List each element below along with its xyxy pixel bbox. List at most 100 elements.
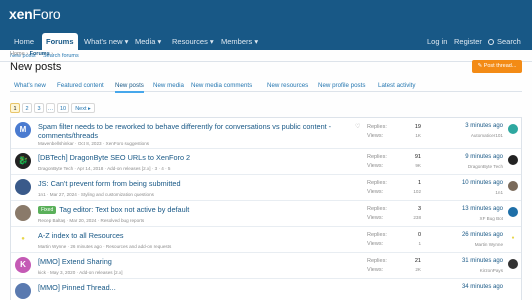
last-post-time[interactable]: 3 minutes ago [465,123,503,129]
last-poster-avatar[interactable] [508,124,518,134]
thread-title[interactable]: Fixed Tag editor: Text box not active by … [38,205,189,215]
thread-title[interactable]: Spam filter needs to be reworked to beha… [38,122,331,131]
views-label: Views: [367,133,384,139]
last-post-time[interactable]: 26 minutes ago [462,232,503,238]
fixed-prefix-badge[interactable]: Fixed [38,206,57,214]
page-title: New posts [10,61,62,73]
tab-new-resources[interactable]: New resources [267,82,308,89]
sub-nav: New posts Search forums [0,50,532,62]
breadcrumb-sep: › [26,51,29,57]
thread-row[interactable]: [MMO] Pinned Thread... 34 minutes ago [11,279,521,300]
thread-title[interactable]: [MMO] Pinned Thread... [38,283,116,292]
replies-count: 3 [417,206,421,212]
views-count: 1K [415,133,421,138]
avatar[interactable]: K [15,257,31,273]
search-icon [488,39,494,45]
avatar[interactable] [15,283,31,299]
page-ellipsis[interactable]: … [46,103,55,113]
site-header: xenForo [0,0,532,34]
thread-title-cont[interactable]: comments/threads [38,131,98,140]
tab-featured-content[interactable]: Featured content [57,82,104,89]
thread-row[interactable]: ● A-Z index to all Resources Martin Wynn… [11,227,521,253]
replies-count: 0 [417,232,421,238]
tab-new-media[interactable]: New media [153,82,184,89]
watch-icon[interactable]: ♡ [355,123,360,130]
last-poster-avatar[interactable]: ● [508,233,518,243]
nav-whats-new[interactable]: What's new ▾ [80,33,132,50]
last-post-time[interactable]: 34 minutes ago [462,284,503,290]
breadcrumb-home[interactable]: Home [10,51,25,57]
breadcrumb-sep-2: › [51,51,54,57]
tab-whats-new[interactable]: What's new [14,82,46,89]
last-poster-avatar[interactable] [508,259,518,269]
page-3[interactable]: 3 [34,103,44,113]
thread-row[interactable]: M Spam filter needs to be reworked to be… [11,118,521,149]
last-poster[interactable]: KirzonPays [480,268,503,273]
thread-row[interactable]: Fixed Tag editor: Text box not active by … [11,201,521,227]
thread-meta: 1n1 · Mar 27, 2024 · Styling and customi… [38,192,154,197]
replies-count: 1 [417,180,421,186]
thread-title[interactable]: [MMO] Extend Sharing [38,257,112,266]
tab-latest-activity[interactable]: Latest activity [378,82,416,89]
last-poster[interactable]: DragonByte Tech [468,164,503,169]
thread-row[interactable]: K [MMO] Extend Sharing kick · May 3, 202… [11,253,521,279]
views-label: Views: [367,215,384,221]
views-count: 102 [413,189,421,194]
last-post-time[interactable]: 31 minutes ago [462,258,503,264]
post-thread-button[interactable]: ✎ Post thread... [472,60,522,73]
thread-meta: kick · May 3, 2020 · Add-on releases [2.… [38,270,123,275]
views-count: 1 [418,241,421,246]
next-page-button[interactable]: Next ▸ [71,103,95,113]
thread-row[interactable]: JS: Can't prevent form from being submit… [11,175,521,201]
views-label: Views: [367,267,384,273]
replies-label: Replies: [367,154,387,160]
last-post-time[interactable]: 10 minutes ago [462,180,503,186]
tab-new-posts[interactable]: New posts [115,82,144,93]
thread-title-text: Tag editor: Text box not active by defau… [59,205,190,214]
register-link[interactable]: Register [454,33,482,50]
page-10[interactable]: 10 [57,103,69,113]
whats-new-tabs: What's new Featured content New posts Ne… [10,80,522,93]
thread-row[interactable]: 🐉 [DBTech] DragonByte SEO URLs to XenFor… [11,149,521,175]
views-count: 9K [415,163,421,168]
last-poster[interactable]: 1n1 [495,190,503,195]
last-post-time[interactable]: 9 minutes ago [465,154,503,160]
thread-title[interactable]: A-Z index to all Resources [38,231,124,240]
replies-label: Replies: [367,258,387,264]
nav-media[interactable]: Media ▾ [131,33,165,50]
views-count: 238 [413,215,421,220]
logo-part-foro: Foro [32,6,61,22]
tab-new-profile-posts[interactable]: New profile posts [318,82,365,89]
replies-label: Replies: [367,180,387,186]
replies-label: Replies: [367,124,387,130]
search-link[interactable]: Search [488,33,521,50]
thread-meta: Recep Baltaş · Mar 20, 2024 · Resolved b… [38,218,145,223]
last-poster[interactable]: XF Bug Bot [480,216,504,221]
thread-meta: Mavenbellshinkar · Oct 8, 2023 · XenForo… [38,141,150,146]
page-1[interactable]: 1 [10,103,20,113]
last-poster-avatar[interactable] [508,155,518,165]
thread-title[interactable]: JS: Can't prevent form from being submit… [38,179,181,188]
last-poster[interactable]: Martin Wynne [475,242,503,247]
nav-home[interactable]: Home [10,33,38,50]
last-poster-avatar[interactable] [508,207,518,217]
avatar[interactable]: 🐉 [15,153,31,169]
breadcrumb-forums[interactable]: Forums [30,51,50,57]
nav-resources[interactable]: Resources ▾ [168,33,218,50]
avatar[interactable] [15,205,31,221]
avatar[interactable]: ● [15,231,31,247]
login-link[interactable]: Log in [427,33,447,50]
avatar[interactable]: M [15,122,31,138]
replies-count: 91 [414,154,421,160]
nav-forums[interactable]: Forums [42,33,78,50]
thread-list: M Spam filter needs to be reworked to be… [10,117,522,300]
nav-members[interactable]: Members ▾ [217,33,262,50]
avatar[interactable] [15,179,31,195]
last-poster[interactable]: Automaticer101 [471,133,503,138]
site-logo[interactable]: xenForo [9,6,61,22]
thread-title[interactable]: [DBTech] DragonByte SEO URLs to XenForo … [38,153,190,162]
page-2[interactable]: 2 [22,103,32,113]
last-post-time[interactable]: 13 minutes ago [462,206,503,212]
last-poster-avatar[interactable] [508,181,518,191]
tab-new-media-comments[interactable]: New media comments [191,82,252,89]
